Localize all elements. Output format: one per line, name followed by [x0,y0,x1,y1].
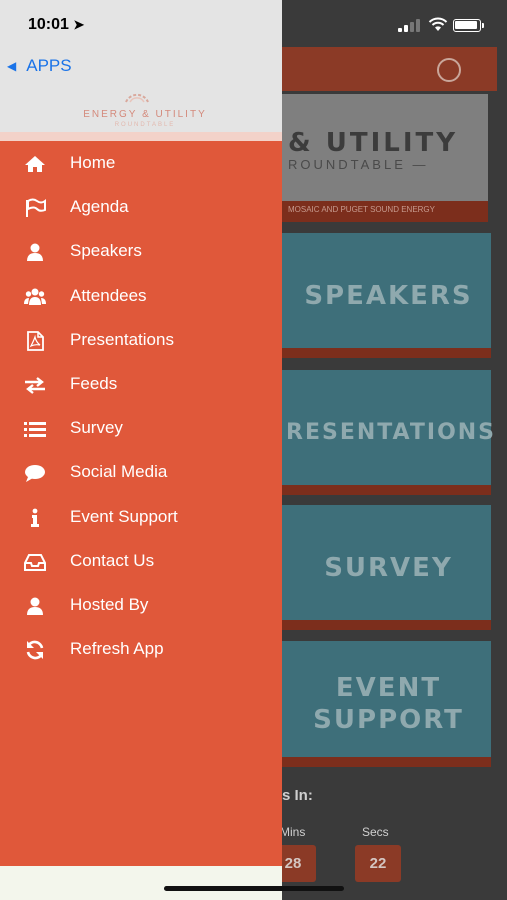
event-logo: ENERGY & UTILITY ROUNDTABLE [50,80,240,138]
menu-item-label: Refresh App [70,639,164,659]
menu-item-label: Attendees [70,285,147,305]
menu-item-speakers[interactable]: Speakers [0,230,282,274]
status-time: 10:01 ➤ [28,16,85,33]
status-indicators [398,16,498,36]
logo-line1: ENERGY & UTILITY [83,109,207,120]
menu-item-label: Speakers [70,241,142,261]
flag-icon [26,198,46,218]
home-icon [25,156,45,172]
menu-item-label: Feeds [70,373,118,393]
drawer-footer [0,866,282,900]
secs-value: 22 [355,845,401,882]
location-icon: ➤ [73,17,85,32]
logo-mark-icon [125,93,149,103]
tile-label: RESENTATIONS [286,420,497,445]
home-indicator[interactable] [164,886,344,891]
menu-item-label: Event Support [70,506,178,526]
event-support-tile[interactable]: EVENT SUPPORT [282,641,491,767]
profile-icon[interactable] [437,58,461,82]
inbox-icon [24,553,46,571]
menu-item-label: Presentations [70,329,174,349]
menu-item-hosted-by[interactable]: Hosted By [0,584,282,628]
menu-item-agenda[interactable]: Agenda [0,186,282,230]
menu-item-label: Social Media [70,462,168,482]
menu-item-feeds[interactable]: Feeds [0,363,282,407]
menu-item-home[interactable]: Home [0,142,282,186]
countdown-label: s In: [282,787,313,804]
banner-caption-bar: MOSAIC AND PUGET SOUND ENERGY [282,201,488,222]
menu-item-label: Hosted By [70,594,149,614]
signal-icon [398,19,420,32]
exchange-icon [25,377,45,394]
menu-item-refresh-app[interactable]: Refresh App [0,628,282,672]
banner-caption: MOSAIC AND PUGET SOUND ENERGY [288,205,435,214]
user-icon [27,243,43,262]
users-icon [24,288,46,305]
menu-item-label: Survey [70,418,123,438]
info-icon [31,508,39,527]
speakers-tile[interactable]: SPEAKERS [282,233,491,358]
menu-item-label: Home [70,153,116,172]
menu-item-attendees[interactable]: Attendees [0,275,282,319]
refresh-icon [26,640,44,660]
logo-line2: ROUNDTABLE [114,122,176,128]
survey-tile[interactable]: SURVEY [282,505,491,630]
list-icon [24,422,46,438]
menu-item-presentations[interactable]: Presentations [0,319,282,363]
wifi-icon [428,17,448,31]
apps-back-button[interactable]: ◀ APPS [7,56,72,76]
banner-subtitle: ROUNDTABLE — [288,157,429,172]
comment-icon [25,465,45,483]
logo-strip [0,132,282,141]
pdf-file-icon [27,330,44,351]
battery-icon [453,19,484,32]
tile-label: SURVEY [324,553,453,583]
side-drawer: ◀ APPS ENERGY & UTILITY ROUNDTABLE Home A… [0,0,282,900]
menu-item-contact-us[interactable]: Contact Us [0,540,282,584]
presentations-tile[interactable]: RESENTATIONS [282,370,497,495]
menu-item-social-media[interactable]: Social Media [0,451,282,495]
tile-label: EVENT [335,673,442,703]
back-arrow-icon: ◀ [7,59,17,73]
menu-item-event-support[interactable]: Event Support [0,496,282,540]
tile-label: SUPPORT [313,705,464,735]
menu-item-label: Agenda [70,197,129,217]
banner-title: & UTILITY [288,128,459,158]
menu-item-label: Contact Us [70,550,155,570]
apps-back-label: APPS [26,56,72,75]
secs-label: Secs [362,825,389,839]
tile-label: SPEAKERS [304,281,473,311]
drawer-menu: Home Agenda Speakers Attendees Presentat… [0,142,282,672]
menu-item-survey[interactable]: Survey [0,407,282,451]
mins-label: Mins [280,825,306,839]
user-icon [27,597,43,615]
